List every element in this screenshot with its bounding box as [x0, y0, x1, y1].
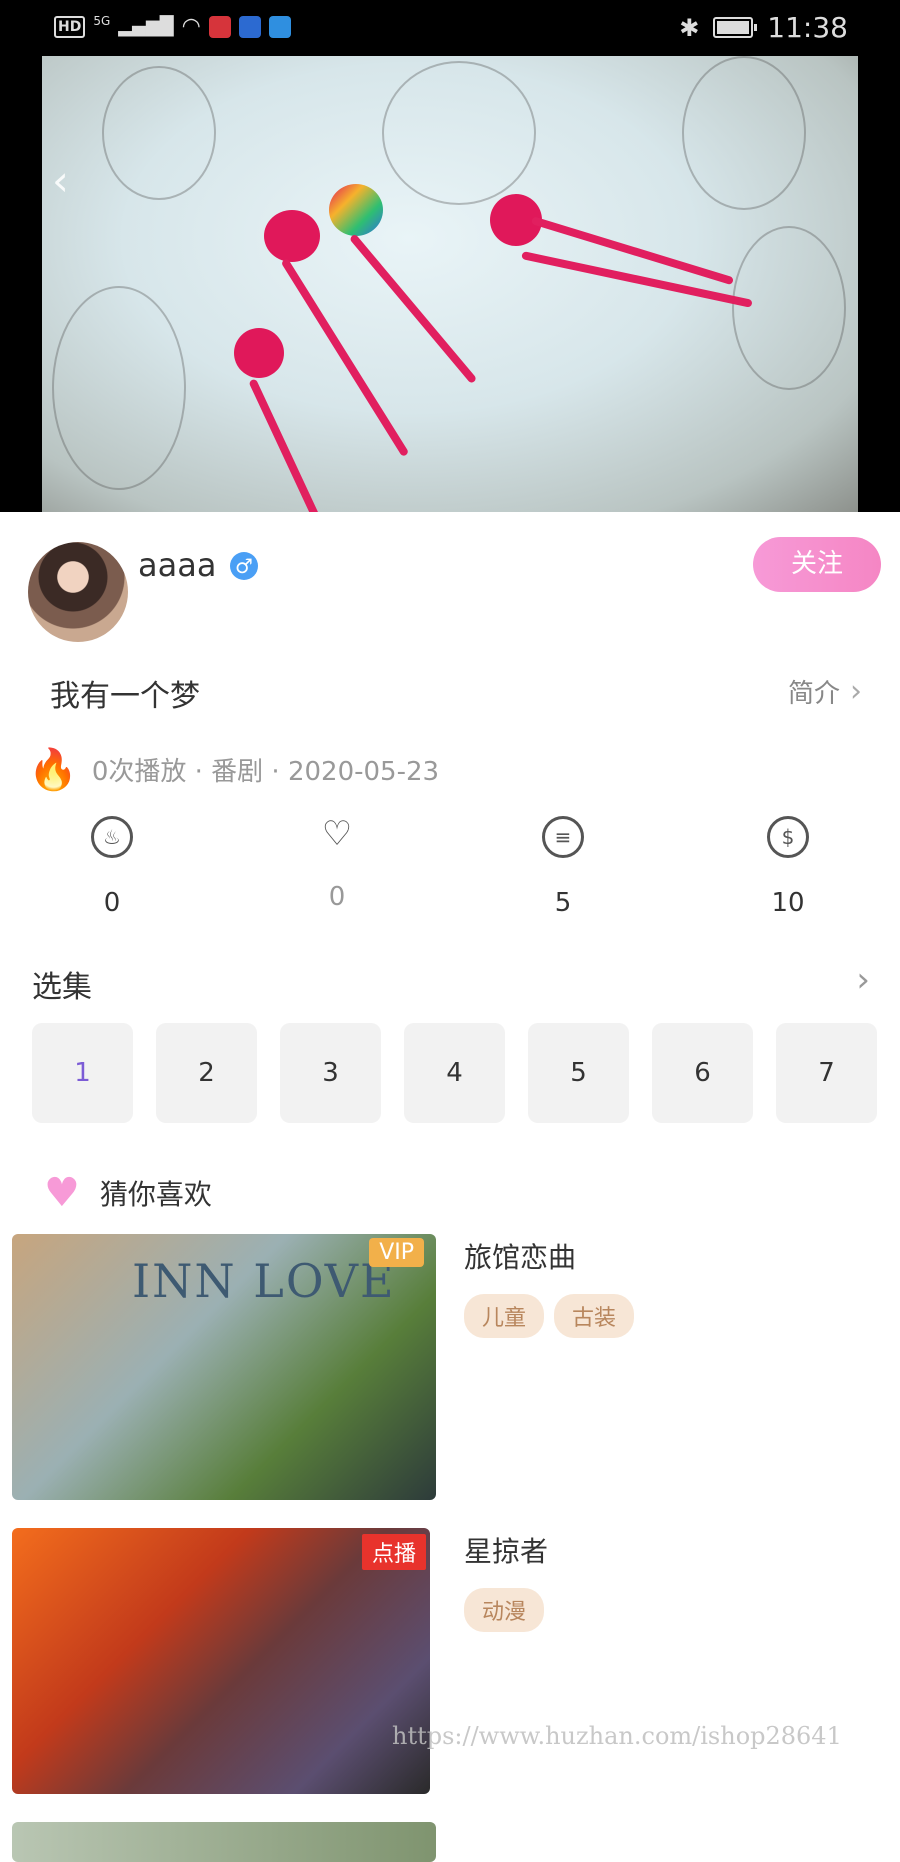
author-name[interactable]: aaaa [138, 546, 216, 584]
recommend-title-1[interactable]: 旅馆恋曲 [464, 1236, 576, 1276]
status-left: HD 5G ▂▄▆█ ◠ [54, 14, 291, 39]
sketch-face-right-top [682, 56, 806, 210]
kite-1 [264, 210, 320, 262]
tag[interactable]: 古装 [554, 1294, 635, 1338]
recommend-tags-1: 儿童 古装 [464, 1294, 635, 1338]
kite-tail-2 [348, 233, 478, 385]
kite-4 [234, 328, 284, 378]
stat-like-value: 0 [328, 882, 346, 912]
intro-link[interactable]: 简介 › [788, 673, 862, 710]
episodes-title: 选集 [32, 970, 92, 1005]
watermark-text: https://www.huzhan.com/ishop28641 [392, 1722, 842, 1750]
clock: 11:38 [767, 11, 848, 44]
episode-button-6[interactable]: 6 [652, 1023, 753, 1123]
app-icon-browser [268, 15, 291, 38]
kite-2 [329, 184, 383, 236]
comment-icon: ≡ [542, 816, 584, 858]
signal-icon: ▂▄▆█ [118, 16, 174, 37]
kite-tail-5 [248, 378, 328, 512]
fire-icon: 🔥 [28, 747, 78, 793]
episode-list: 1 2 3 4 5 6 7 [32, 1023, 877, 1123]
episode-button-4[interactable]: 4 [404, 1023, 505, 1123]
hd-indicator: HD [54, 15, 86, 38]
episode-button-1[interactable]: 1 [32, 1023, 133, 1123]
meta-row: 🔥 0次播放 · 番剧 · 2020-05-23 [28, 746, 439, 793]
stat-flame[interactable]: ♨ 0 [52, 816, 172, 918]
sketch-face-center [382, 61, 536, 205]
bluetooth-icon: ✱ [679, 13, 700, 42]
sketch-face-left [102, 66, 216, 200]
recommend-header: ♥ 猜你喜欢 [44, 1173, 212, 1213]
back-arrow-icon[interactable]: ‹ [52, 156, 69, 205]
stat-comment[interactable]: ≡ 5 [503, 816, 623, 918]
video-player[interactable]: ‹ [0, 56, 900, 512]
play-meta: 0次播放 · 番剧 · 2020-05-23 [91, 757, 440, 787]
stat-reward-value: 10 [771, 888, 805, 918]
cover-title-art: INN LOVE [132, 1254, 396, 1308]
recommend-cover-2[interactable]: 点播 [12, 1528, 430, 1794]
episode-button-5[interactable]: 5 [528, 1023, 629, 1123]
intro-label: 简介 [787, 679, 840, 709]
stat-comment-value: 5 [554, 888, 572, 918]
male-icon: ♂ [230, 552, 258, 580]
wifi-icon: ◠ [181, 14, 201, 39]
tag[interactable]: 儿童 [464, 1294, 545, 1338]
video-title: 我有一个梦 [50, 679, 200, 714]
heart-outline-icon: ♡ [321, 814, 353, 854]
app-icon-red [208, 15, 231, 38]
stats-row: ♨ 0 ♡ 0 ≡ 5 $ 10 [0, 816, 900, 926]
status-bar: HD 5G ▂▄▆█ ◠ ✱ 11:38 [0, 0, 900, 56]
recommend-title: 猜你喜欢 [99, 1178, 212, 1211]
app-icon-shield [238, 15, 261, 38]
stat-reward[interactable]: $ 10 [728, 816, 848, 918]
episode-button-3[interactable]: 3 [280, 1023, 381, 1123]
network-indicator: 5G [93, 13, 111, 28]
episode-button-7[interactable]: 7 [776, 1023, 877, 1123]
stat-like[interactable]: ♡ 0 [277, 816, 397, 912]
vip-badge: VIP [369, 1238, 424, 1267]
author-avatar[interactable] [28, 542, 128, 642]
stat-flame-value: 0 [103, 888, 121, 918]
flame-icon: ♨ [91, 816, 133, 858]
tag[interactable]: 动漫 [464, 1588, 545, 1632]
recommend-title-2[interactable]: 星掠者 [464, 1530, 548, 1570]
heart-icon: ♥ [44, 1170, 80, 1216]
dollar-icon: $ [767, 816, 809, 858]
sketch-face-lower-left [52, 286, 186, 490]
episode-button-2[interactable]: 2 [156, 1023, 257, 1123]
recommend-cover-1[interactable]: INN LOVE VIP [12, 1234, 436, 1500]
recommend-cover-3-partial[interactable] [12, 1822, 436, 1862]
sketch-face-right [732, 226, 846, 390]
video-frame[interactable] [42, 56, 858, 512]
ondemand-badge: 点播 [361, 1534, 426, 1570]
episodes-more-chevron-icon[interactable]: › [856, 960, 870, 1000]
status-right: ✱ 11:38 [679, 11, 848, 44]
recommend-tags-2: 动漫 [464, 1588, 545, 1632]
battery-icon [713, 17, 758, 38]
chevron-right-icon: › [850, 674, 862, 709]
follow-button[interactable]: 关注 [753, 537, 881, 592]
